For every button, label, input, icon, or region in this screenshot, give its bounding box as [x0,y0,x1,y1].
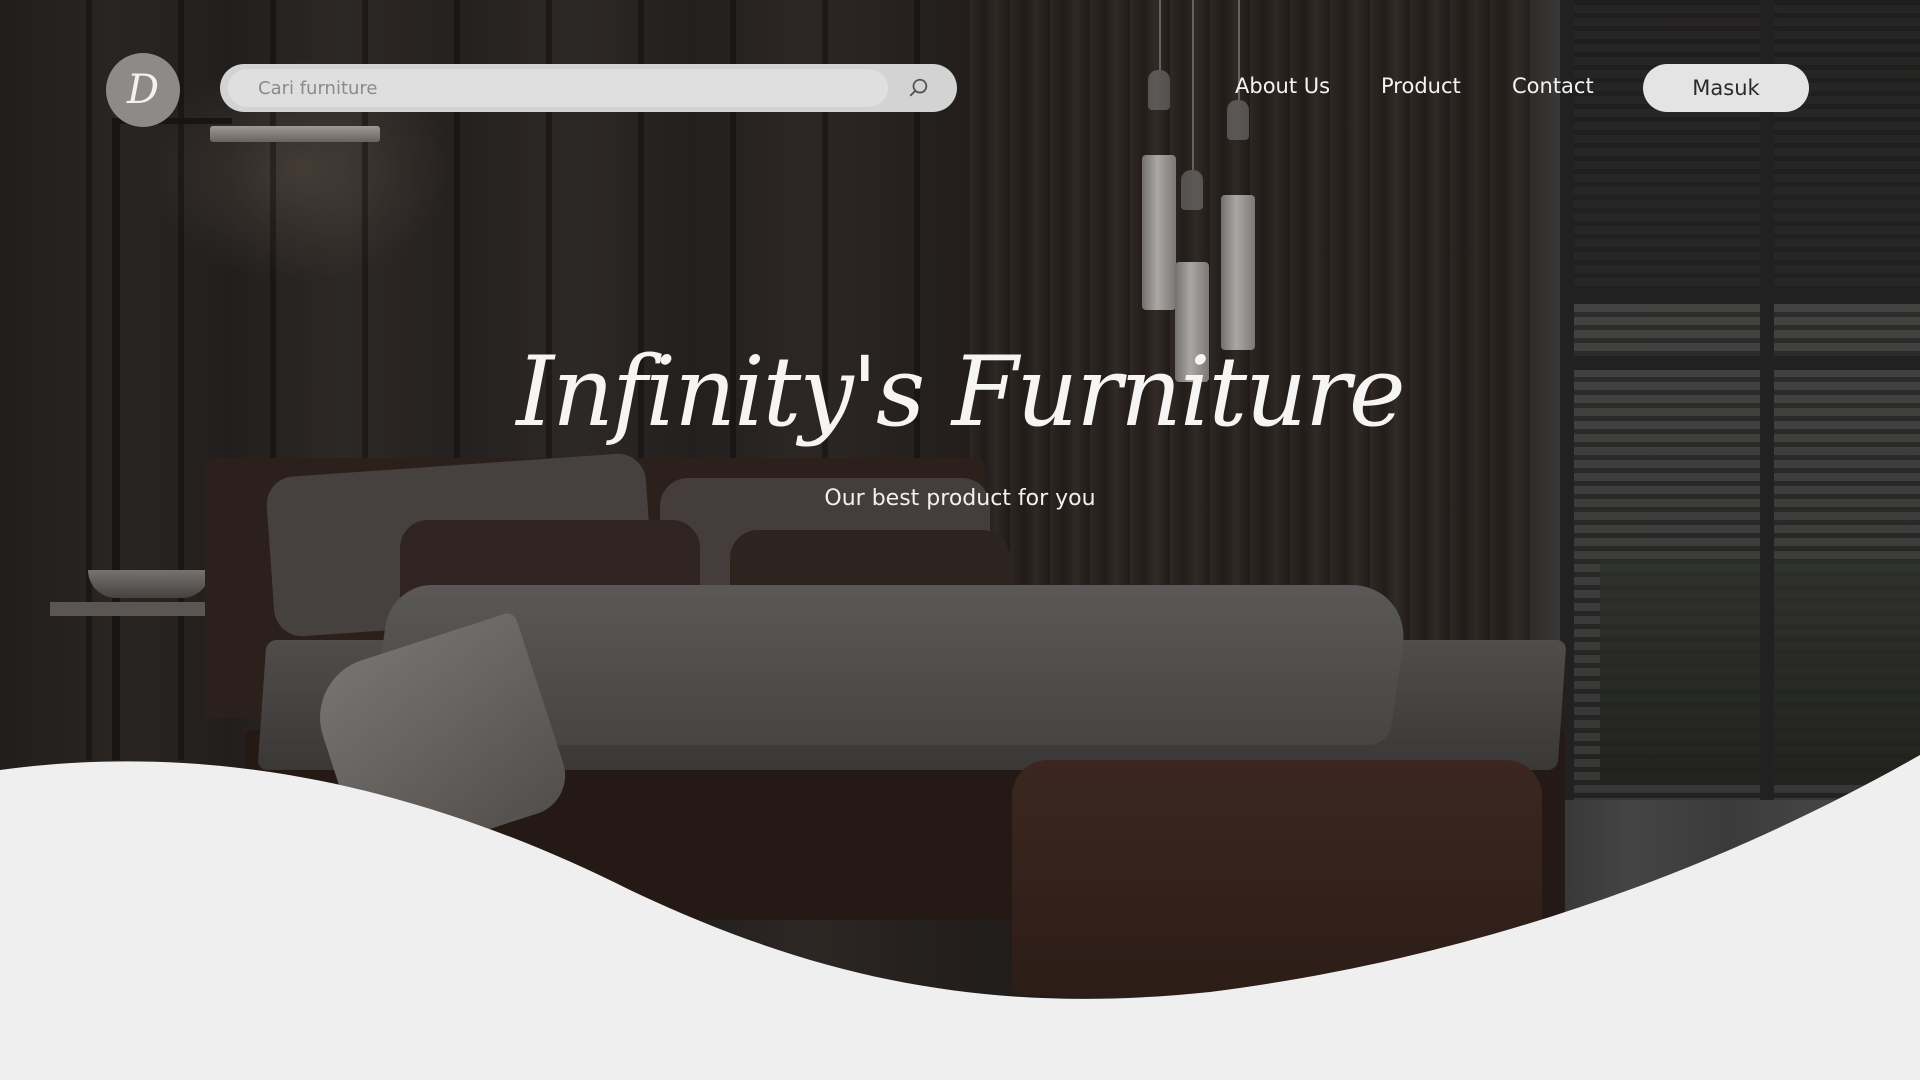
brand-logo-letter: D [126,67,160,113]
search-icon[interactable] [908,77,930,99]
hero-subtitle: Our best product for you [824,486,1096,511]
search-bar [220,64,957,112]
login-button[interactable]: Masuk [1643,64,1809,112]
nav-product[interactable]: Product [1381,74,1461,98]
wave-divider [0,755,1920,1080]
nav-contact[interactable]: Contact [1512,74,1594,98]
nav-about-us[interactable]: About Us [1235,74,1330,98]
search-input[interactable] [228,69,888,107]
landing-page: D About Us Product Contact Masuk Infinit… [0,0,1920,1080]
hero-title: Infinity's Furniture [516,336,1405,448]
brand-logo[interactable]: D [106,53,180,127]
